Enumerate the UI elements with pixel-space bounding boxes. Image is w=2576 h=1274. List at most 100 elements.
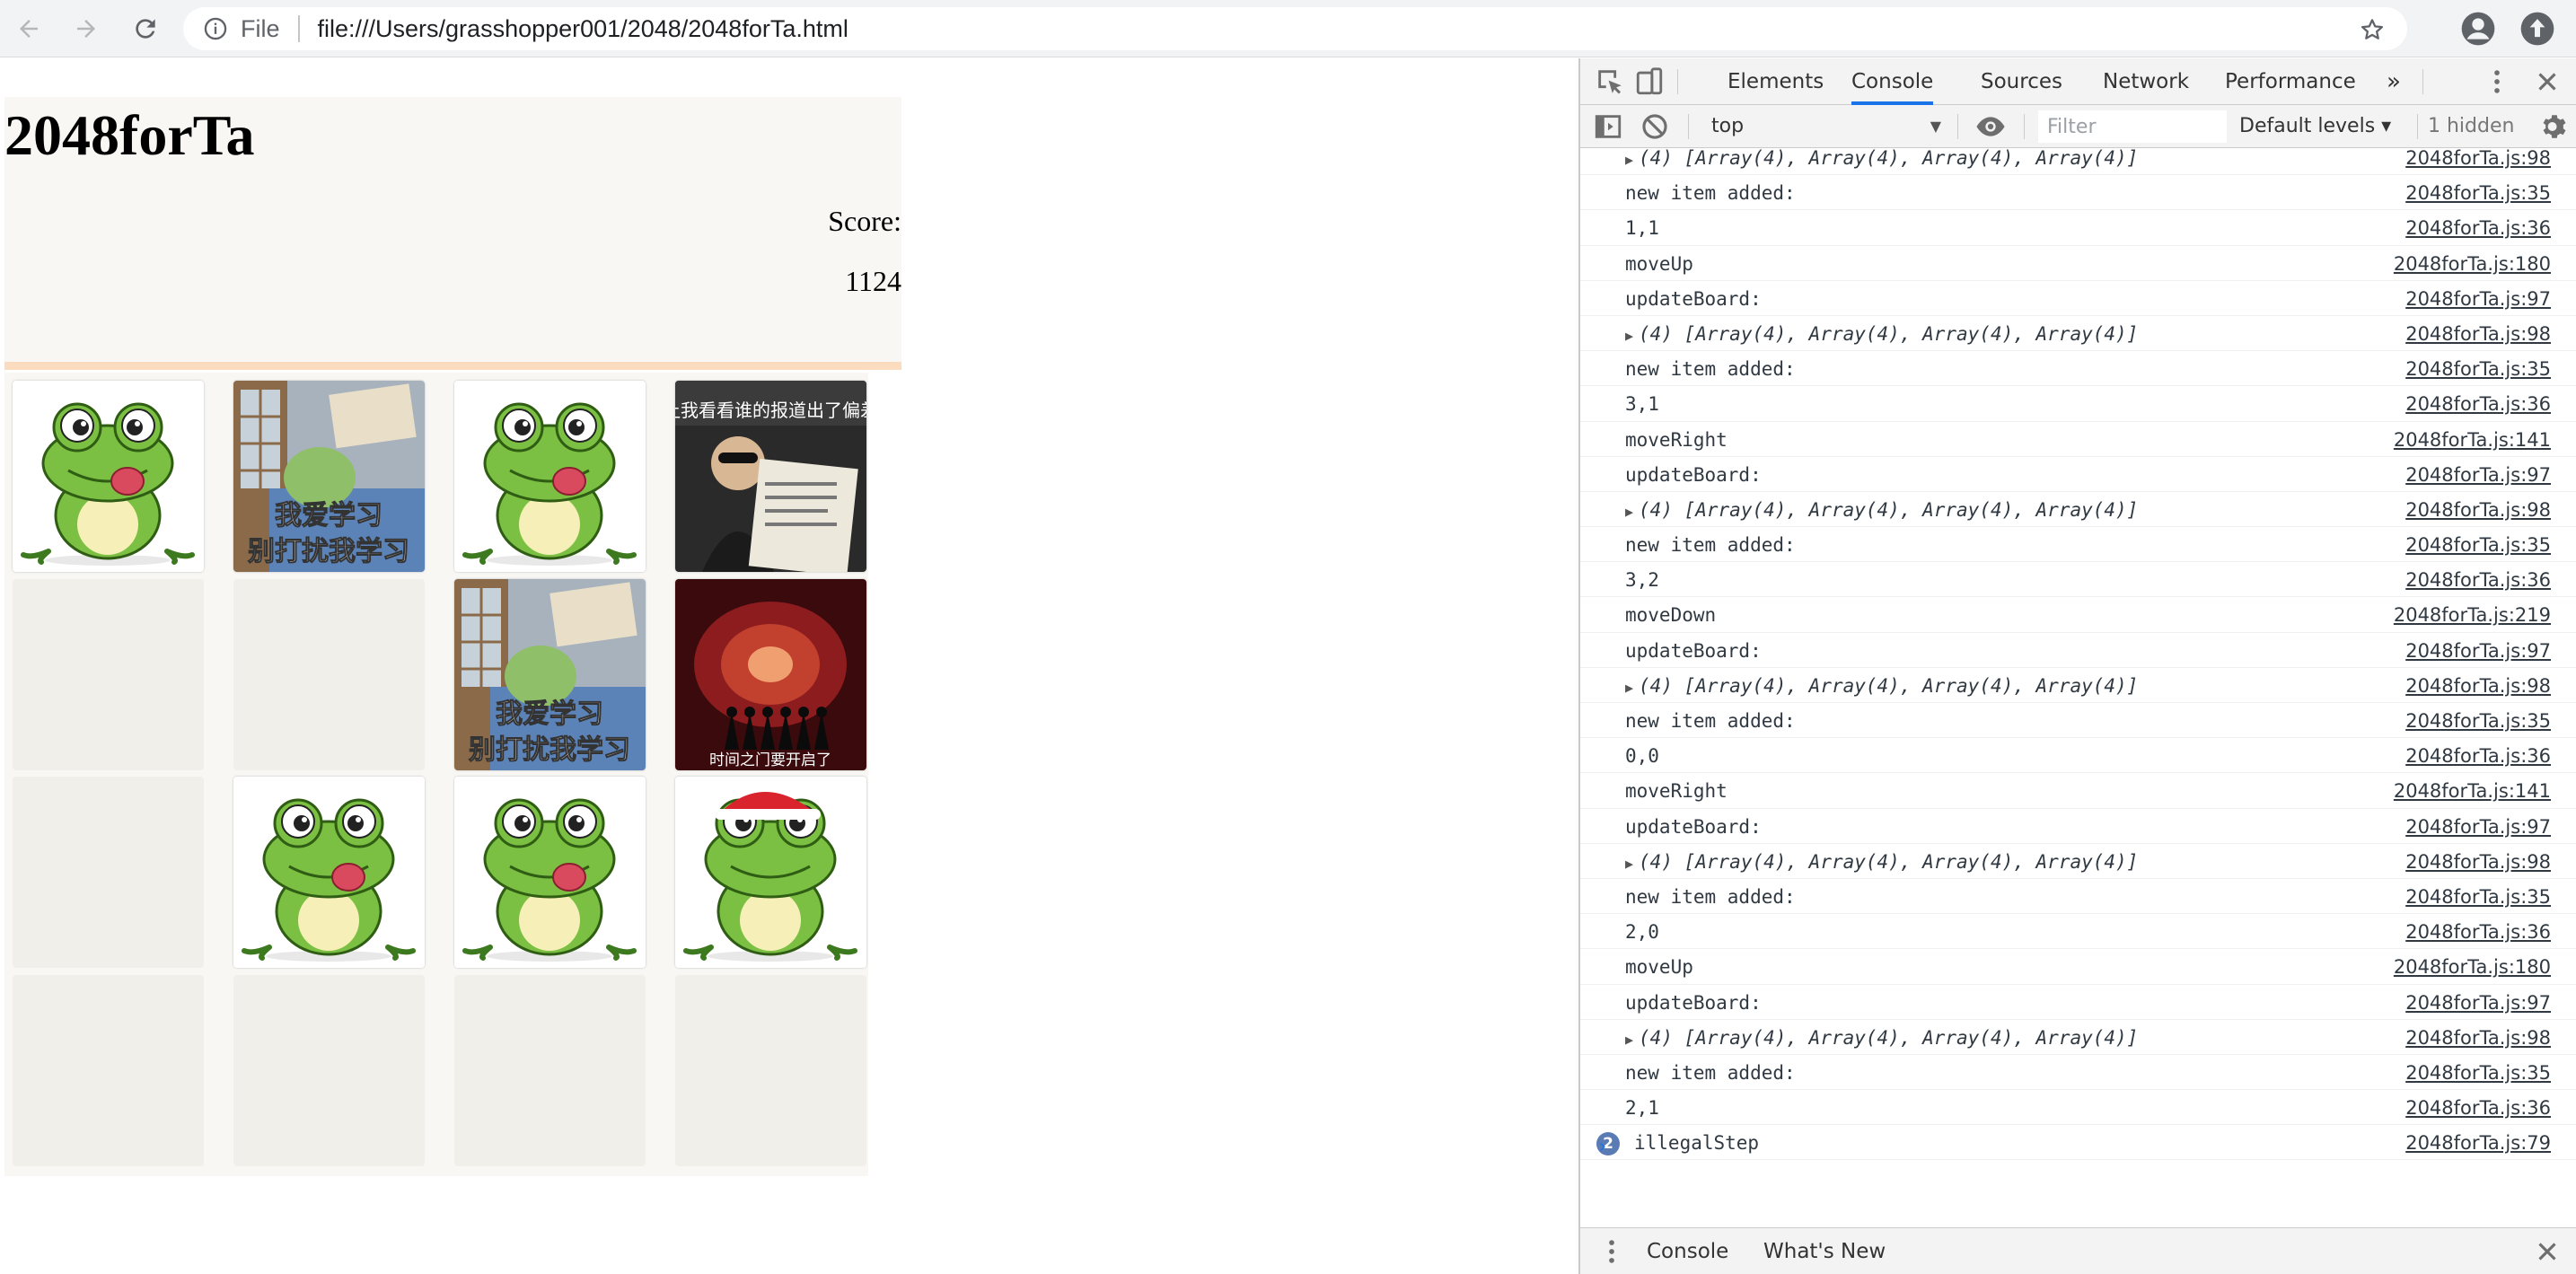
empty-tile xyxy=(675,974,866,1166)
console-log-row[interactable]: moveUp 2048forTa.js:180 xyxy=(1580,949,2576,985)
console-log-row[interactable]: ▶ (4) [Array(4), Array(4), Array(4), Arra… xyxy=(1580,316,2576,352)
update-arrow-icon[interactable] xyxy=(2519,11,2555,47)
log-source-link[interactable]: 2048forTa.js:79 xyxy=(2405,1132,2551,1154)
console-log-row[interactable]: updateBoard: 2048forTa.js:97 xyxy=(1580,809,2576,844)
log-source-link[interactable]: 2048forTa.js:97 xyxy=(2405,464,2551,486)
bookmark-star-icon[interactable] xyxy=(2359,16,2386,43)
log-source-link[interactable]: 2048forTa.js:36 xyxy=(2405,745,2551,767)
console-log-row[interactable]: 1,1 2048forTa.js:36 xyxy=(1580,210,2576,246)
close-icon[interactable] xyxy=(2532,66,2563,97)
console-log-row[interactable]: ▶ (4) [Array(4), Array(4), Array(4), Arra… xyxy=(1580,668,2576,703)
filter-input[interactable] xyxy=(2038,110,2227,143)
console-prompt[interactable]: › xyxy=(1596,1136,1608,1158)
console-log-row[interactable]: ▶ (4) [Array(4), Array(4), Array(4), Arra… xyxy=(1580,492,2576,528)
console-log-row[interactable]: updateBoard: 2048forTa.js:97 xyxy=(1580,633,2576,668)
log-levels-dropdown[interactable]: Default levels ▾ xyxy=(2239,110,2391,143)
console-log-row[interactable]: 3,2 2048forTa.js:36 xyxy=(1580,562,2576,598)
log-source-link[interactable]: 2048forTa.js:219 xyxy=(2394,604,2551,626)
log-source-link[interactable]: 2048forTa.js:35 xyxy=(2405,182,2551,204)
console-log-row[interactable]: updateBoard: 2048forTa.js:97 xyxy=(1580,985,2576,1020)
log-source-link[interactable]: 2048forTa.js:141 xyxy=(2394,780,2551,802)
log-source-link[interactable]: 2048forTa.js:98 xyxy=(2405,499,2551,521)
console-log-row[interactable]: updateBoard: 2048forTa.js:97 xyxy=(1580,281,2576,316)
console-log-row[interactable]: new item added: 2048forTa.js:35 xyxy=(1580,703,2576,739)
log-source-link[interactable]: 2048forTa.js:98 xyxy=(2405,149,2551,169)
tab-elements[interactable]: Elements xyxy=(1728,58,1824,105)
log-source-link[interactable]: 2048forTa.js:36 xyxy=(2405,393,2551,415)
log-source-link[interactable]: 2048forTa.js:35 xyxy=(2405,1062,2551,1084)
log-source-link[interactable]: 2048forTa.js:97 xyxy=(2405,640,2551,662)
log-source-link[interactable]: 2048forTa.js:36 xyxy=(2405,217,2551,239)
console-log-row[interactable]: moveRight 2048forTa.js:141 xyxy=(1580,422,2576,457)
log-source-link[interactable]: 2048forTa.js:97 xyxy=(2405,992,2551,1014)
expand-triangle-icon[interactable]: ▶ xyxy=(1625,680,1633,696)
expand-triangle-icon[interactable]: ▶ xyxy=(1625,152,1633,168)
log-source-link[interactable]: 2048forTa.js:98 xyxy=(2405,1027,2551,1049)
log-source-link[interactable]: 2048forTa.js:98 xyxy=(2405,851,2551,873)
log-source-link[interactable]: 2048forTa.js:35 xyxy=(2405,358,2551,380)
expand-triangle-icon[interactable]: ▶ xyxy=(1625,504,1633,520)
log-source-link[interactable]: 2048forTa.js:36 xyxy=(2405,1097,2551,1119)
log-source-link[interactable]: 2048forTa.js:35 xyxy=(2405,710,2551,732)
tab-network[interactable]: Network xyxy=(2103,58,2189,105)
more-tabs-button[interactable]: » xyxy=(2387,58,2401,105)
drawer-tab-whats-new[interactable]: What's New xyxy=(1763,1228,1886,1274)
forward-button[interactable] xyxy=(65,7,108,50)
log-message: updateBoard: xyxy=(1625,815,1762,838)
console-log-row[interactable]: new item added: 2048forTa.js:35 xyxy=(1580,175,2576,211)
log-source-link[interactable]: 2048forTa.js:36 xyxy=(2405,569,2551,591)
svg-text:我爱学习: 我爱学习 xyxy=(275,500,382,532)
log-source-link[interactable]: 2048forTa.js:141 xyxy=(2394,429,2551,451)
console-log-row[interactable]: new item added: 2048forTa.js:35 xyxy=(1580,1055,2576,1091)
log-source-link[interactable]: 2048forTa.js:35 xyxy=(2405,886,2551,908)
expand-triangle-icon[interactable]: ▶ xyxy=(1625,856,1633,872)
tab-console[interactable]: Console xyxy=(1851,58,1934,105)
console-log-row[interactable]: ▶ (4) [Array(4), Array(4), Array(4), Arra… xyxy=(1580,149,2576,176)
log-source-link[interactable]: 2048forTa.js:97 xyxy=(2405,288,2551,310)
eye-icon[interactable] xyxy=(1975,111,2006,142)
console-log-row[interactable]: new item added: 2048forTa.js:35 xyxy=(1580,351,2576,387)
console-log-row[interactable]: 2 illegalStep 2048forTa.js:79 xyxy=(1580,1125,2576,1161)
console-log-row[interactable]: moveUp 2048forTa.js:180 xyxy=(1580,246,2576,281)
log-source-link[interactable]: 2048forTa.js:180 xyxy=(2394,956,2551,978)
console-log-row[interactable]: updateBoard: 2048forTa.js:97 xyxy=(1580,457,2576,492)
address-bar[interactable]: File file:///Users/grasshopper001/2048/2… xyxy=(183,7,2407,50)
console-log-row[interactable]: 2,1 2048forTa.js:36 xyxy=(1580,1090,2576,1126)
console-log-row[interactable]: 2,0 2048forTa.js:36 xyxy=(1580,914,2576,950)
info-icon[interactable] xyxy=(203,16,228,41)
console-log-row[interactable]: 3,1 2048forTa.js:36 xyxy=(1580,386,2576,422)
context-selector[interactable]: top ▼ xyxy=(1706,110,1948,143)
back-button[interactable] xyxy=(7,7,50,50)
device-toolbar-icon[interactable] xyxy=(1634,66,1665,97)
log-source-link[interactable]: 2048forTa.js:36 xyxy=(2405,921,2551,943)
url-text[interactable]: file:///Users/grasshopper001/2048/2048fo… xyxy=(318,15,848,43)
reload-button[interactable] xyxy=(124,7,167,50)
game-board[interactable]: 我爱学习别打扰我学习让我看看谁的报道出了偏差我爱学习别打扰我学习时间之门要开启了 xyxy=(4,373,868,1176)
drawer-menu-icon[interactable] xyxy=(1596,1236,1627,1267)
console-output[interactable]: ▶ (4) [Array(4), Array(4), Array(4), Arra… xyxy=(1580,149,2576,1212)
log-source-link[interactable]: 2048forTa.js:98 xyxy=(2405,675,2551,697)
console-log-row[interactable]: moveDown 2048forTa.js:219 xyxy=(1580,597,2576,633)
tab-sources[interactable]: Sources xyxy=(1981,58,2062,105)
profile-avatar-icon[interactable] xyxy=(2460,11,2496,47)
console-log-row[interactable]: ▶ (4) [Array(4), Array(4), Array(4), Arra… xyxy=(1580,1020,2576,1055)
console-log-row[interactable]: new item added: 2048forTa.js:35 xyxy=(1580,527,2576,563)
clear-console-icon[interactable] xyxy=(1640,111,1670,142)
log-source-link[interactable]: 2048forTa.js:35 xyxy=(2405,534,2551,556)
drawer-tab-console[interactable]: Console xyxy=(1647,1228,1728,1274)
close-drawer-icon[interactable] xyxy=(2532,1236,2563,1267)
console-log-row[interactable]: ▶ (4) [Array(4), Array(4), Array(4), Arra… xyxy=(1580,844,2576,879)
inspect-element-icon[interactable] xyxy=(1595,66,1625,97)
log-source-link[interactable]: 2048forTa.js:98 xyxy=(2405,323,2551,345)
console-log-row[interactable]: 0,0 2048forTa.js:36 xyxy=(1580,738,2576,774)
console-log-row[interactable]: new item added: 2048forTa.js:35 xyxy=(1580,879,2576,915)
log-source-link[interactable]: 2048forTa.js:180 xyxy=(2394,253,2551,275)
gear-icon[interactable] xyxy=(2539,111,2570,142)
expand-triangle-icon[interactable]: ▶ xyxy=(1625,328,1633,344)
expand-triangle-icon[interactable]: ▶ xyxy=(1625,1032,1633,1048)
log-source-link[interactable]: 2048forTa.js:97 xyxy=(2405,816,2551,838)
console-log-row[interactable]: moveRight 2048forTa.js:141 xyxy=(1580,773,2576,809)
tab-performance[interactable]: Performance xyxy=(2225,58,2356,105)
sidebar-toggle-icon[interactable] xyxy=(1593,111,1623,142)
kebab-menu-icon[interactable] xyxy=(2482,66,2512,97)
